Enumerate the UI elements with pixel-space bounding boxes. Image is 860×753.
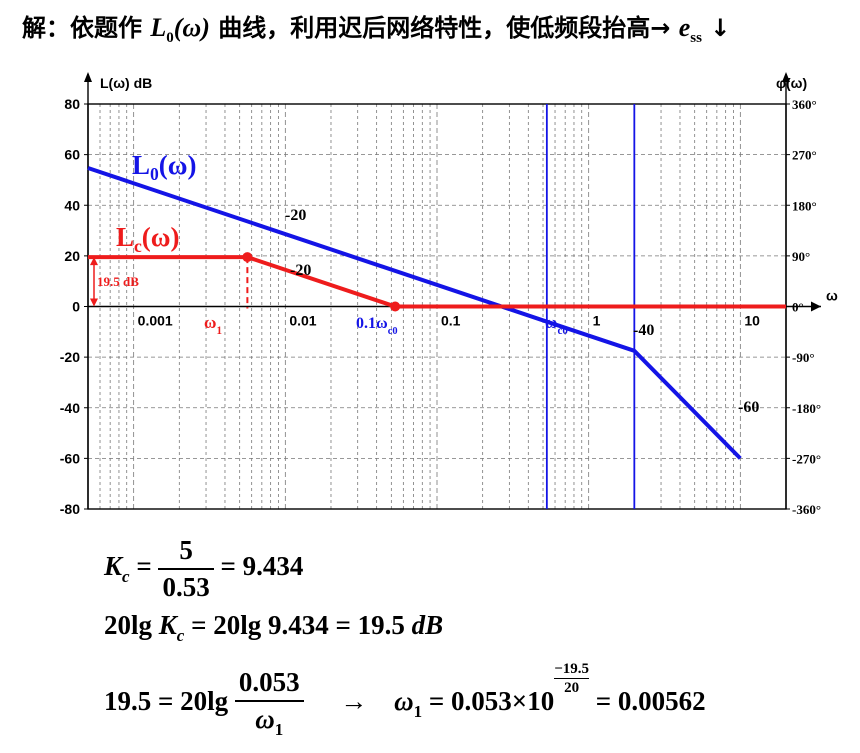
L0-label: L0(ω): [132, 150, 197, 184]
phase-tick-label: 360°: [792, 97, 817, 112]
phase-tick-label: -270°: [792, 451, 821, 466]
fraction: 5 0.53: [158, 535, 214, 603]
x-tick-label: 10: [744, 313, 760, 329]
phase-tick-label: -180°: [792, 401, 821, 416]
gain-label: 19.5 dB: [97, 274, 139, 289]
x-tick-label: 1: [593, 313, 601, 329]
y-tick-label: 20: [64, 248, 80, 264]
phase-tick-label: 0°: [792, 300, 804, 315]
heading-ess-symbol: ess: [678, 13, 702, 46]
solution-heading: 解：依题作 L0(ω) 曲线，利用迟后网络特性，使低频段抬高→ ess ↓: [22, 8, 852, 48]
x-axis-symbol: ω: [826, 288, 838, 304]
heading-prefix: 解：依题作: [22, 14, 142, 42]
L0-curve: [87, 166, 742, 460]
slope-label-minus40: -40: [633, 322, 654, 339]
formula-kc: Kc = 5 0.53 = 9.434: [104, 535, 304, 603]
y-tick-label: -80: [60, 501, 80, 517]
down-arrow-icon: ↓: [710, 14, 731, 42]
y-tick-label: -60: [60, 450, 80, 466]
x-axis-arrow-icon: [811, 301, 821, 312]
heading-text: 曲线，利用迟后网络特性，使低频段抬高→: [218, 14, 671, 42]
curve-marker: [390, 301, 401, 312]
x-tick-label: 0.001: [138, 313, 173, 329]
phase-tick-label: 90°: [792, 249, 810, 264]
formula-20lgkc: 20lg Kc = 20lg 9.434 = 19.5 dB: [104, 610, 444, 645]
right-axis-label: φ(ω): [776, 75, 807, 91]
slope-label-Lc: -20: [290, 262, 311, 279]
heading-L0-symbol: L0(ω): [150, 13, 210, 46]
slope-label-minus60: -60: [738, 399, 759, 416]
exponent: −19.5 20: [554, 661, 590, 696]
y-axis-arrow-icon: [84, 72, 92, 82]
fraction: 0.053 ω1: [234, 667, 304, 740]
bode-plot: 80 360° 60 270° 40 180° 20 90° 0 0° -20 -90° -40 -180…: [60, 72, 838, 517]
phase-tick-label: -360°: [792, 502, 821, 517]
phase-tick-label: 180°: [792, 198, 817, 213]
left-axis-label: L(ω) dB: [100, 75, 152, 91]
Lc-label: Lc(ω): [116, 222, 180, 256]
x-tick-label: 0.01: [289, 313, 316, 329]
phase-tick-label: 270°: [792, 148, 817, 163]
y-tick-label: 40: [64, 197, 80, 213]
y-tick-label: 80: [64, 96, 80, 112]
omega1-label: ω1: [204, 313, 222, 337]
y-tick-label: -40: [60, 400, 80, 416]
formula-omega1: 19.5 = 20lg 0.053 ω1 → ω1 = 0.053×10 −19.5…: [104, 661, 706, 740]
y-tick-label: 60: [64, 147, 80, 163]
phase-tick-label: -90°: [792, 350, 815, 365]
gain-arrow-down-icon: [90, 298, 98, 307]
x-tick-label: 0.1: [441, 313, 461, 329]
slope-label-L0: -20: [285, 207, 306, 224]
y-tick-label: -20: [60, 349, 80, 365]
axis-ticks: 80 360° 60 270° 40 180° 20 90° 0 0° -20 -90° -40 -180…: [60, 75, 838, 517]
y-tick-label: 0: [72, 299, 80, 315]
